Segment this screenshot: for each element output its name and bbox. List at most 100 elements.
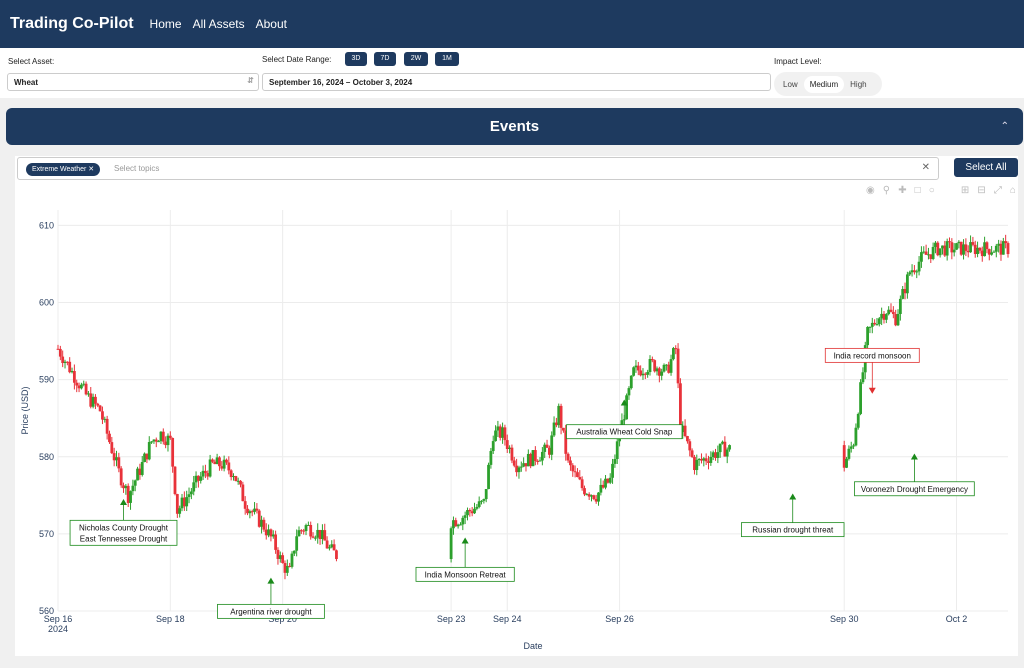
up-arrow-icon: [461, 537, 469, 544]
candle-body: [325, 540, 329, 549]
annotation-label: East Tennessee Drought: [80, 534, 168, 543]
candle-body: [931, 246, 935, 259]
candle-body: [484, 489, 488, 500]
y-tick-label: 600: [39, 298, 54, 308]
candle-body: [884, 314, 888, 320]
candle-body: [225, 459, 228, 463]
candle-body: [627, 388, 631, 396]
y-tick-label: 580: [39, 452, 54, 462]
candle-body: [868, 326, 872, 328]
candle-body: [281, 555, 285, 564]
candle-body: [473, 508, 476, 514]
candle-body: [920, 252, 923, 262]
x-axis-title: Date: [523, 641, 542, 651]
candle-body: [239, 480, 242, 485]
candle-body: [917, 261, 921, 272]
annotation-label: Australia Wheat Cold Snap: [576, 428, 673, 437]
candle-body: [101, 411, 104, 420]
candle-body: [538, 460, 542, 462]
candle-body: [234, 476, 238, 481]
x-tick-label: Oct 2: [946, 614, 968, 624]
candle-body: [845, 458, 848, 468]
up-arrow-icon: [267, 577, 275, 584]
candle-body: [676, 348, 680, 384]
candle-body: [241, 484, 245, 502]
candle-body: [650, 359, 654, 361]
candle-body: [908, 272, 912, 275]
candle-body: [494, 430, 497, 442]
candle-body: [566, 453, 570, 461]
candle-body: [583, 488, 586, 495]
x-tick-label: Sep 18: [156, 614, 185, 624]
candle-body: [328, 547, 331, 549]
y-tick-label: 590: [39, 375, 54, 385]
candle-body: [510, 447, 514, 461]
candle-body: [861, 372, 865, 383]
candle-body: [985, 242, 989, 250]
candle-body: [133, 480, 137, 486]
candle-body: [905, 274, 909, 294]
candle-body: [285, 565, 289, 573]
candle-body: [896, 313, 900, 326]
candle-body: [187, 494, 191, 498]
candle-body: [110, 442, 114, 454]
candle-body: [688, 441, 692, 451]
candle-body: [84, 383, 88, 395]
candle-body: [96, 403, 100, 406]
candle-body: [309, 524, 313, 537]
candle-body: [192, 482, 196, 492]
candle-body: [161, 431, 165, 442]
x-tick-label: Sep 26: [605, 614, 634, 624]
candle-body: [690, 450, 694, 457]
candle-body: [323, 530, 327, 541]
candle-body: [140, 462, 144, 475]
candle-body: [873, 322, 877, 325]
annotation-label: Voronezh Drought Emergency: [861, 485, 968, 494]
candlestick-chart[interactable]: 560570580590600610Sep 162024Sep 18 Sep 20…: [0, 0, 1024, 668]
candle-body: [1001, 241, 1005, 255]
candle-body: [938, 248, 942, 256]
candle-body: [168, 435, 172, 438]
candle-body: [178, 508, 182, 514]
candle-body: [573, 471, 577, 473]
candle-body: [545, 444, 549, 448]
candle-body: [477, 501, 481, 507]
candle-body: [952, 249, 956, 253]
candle-body: [636, 365, 640, 371]
candle-body: [185, 497, 189, 507]
candle-body: [671, 348, 675, 360]
candle-body: [540, 451, 544, 461]
candle-body: [129, 491, 132, 503]
candle-body: [571, 465, 575, 472]
candle-body: [255, 508, 259, 511]
candle-body: [218, 457, 221, 467]
candle-body: [875, 324, 879, 326]
x-tick-label: Sep 16: [44, 614, 73, 624]
y-tick-label: 610: [39, 220, 54, 230]
candle-body: [227, 462, 231, 471]
candle-body: [533, 450, 537, 461]
candle-body: [611, 463, 614, 478]
candle-body: [725, 449, 729, 457]
candle-body: [503, 427, 507, 441]
candle-body: [683, 425, 687, 437]
candle-body: [173, 466, 177, 495]
up-arrow-icon: [120, 498, 128, 505]
candle-body: [695, 459, 699, 471]
candle-body: [489, 451, 493, 465]
candle-body: [955, 243, 958, 250]
candle-body: [576, 472, 579, 478]
candle-body: [131, 485, 135, 492]
candle-body: [891, 311, 895, 315]
candle-body: [313, 537, 317, 539]
annotation-label: Nicholas County Drought: [79, 523, 169, 532]
candle-body: [189, 491, 193, 495]
candle-body: [491, 441, 495, 452]
annotation-label: Russian drought threat: [752, 526, 834, 535]
candle-body: [1006, 243, 1010, 255]
x-tick-label: Sep 23: [437, 614, 466, 624]
candle-body: [79, 384, 83, 389]
candle-body: [94, 396, 97, 404]
candle-body: [157, 441, 161, 443]
candle-body: [482, 499, 486, 501]
